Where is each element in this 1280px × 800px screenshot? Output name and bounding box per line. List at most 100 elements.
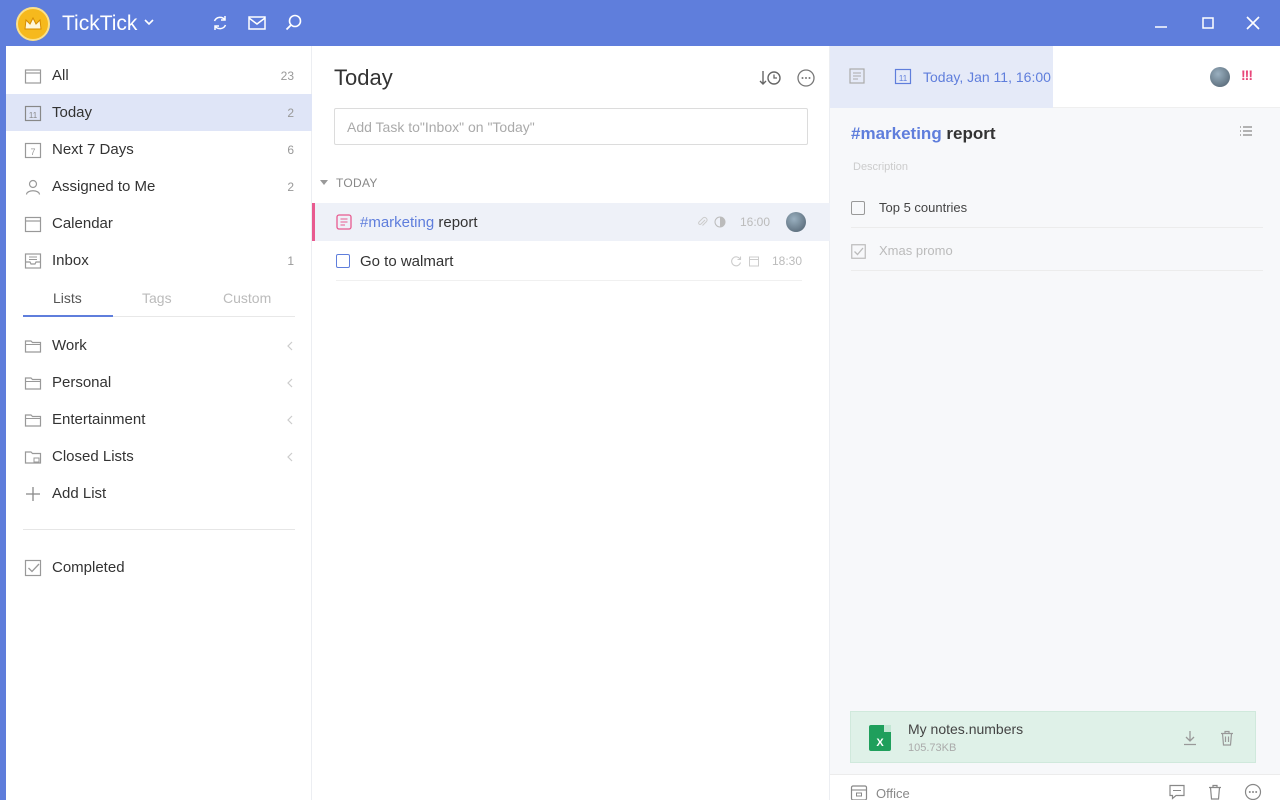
sidebar-item-count: 6 [287,142,294,157]
priority-flag[interactable]: !!! [1241,67,1253,83]
sidebar-item-label: Calendar [52,215,113,232]
detail-footer: Office [830,774,1280,800]
sidebar-item-label: Inbox [52,252,89,269]
sync-icon[interactable] [210,13,230,33]
sidebar: All 23 11 Today 2 7 Next 7 Days 6 Assign… [6,46,312,800]
calendar-icon [24,216,42,232]
completed-icon [24,559,42,576]
sidebar-item-label: Today [52,104,93,121]
task-title: Go to walmart [360,252,454,270]
sidebar-list-closed[interactable]: Closed Lists [6,438,312,475]
tab-custom[interactable]: Custom [223,290,271,306]
sort-by-time-icon[interactable] [759,68,783,88]
all-icon [24,68,42,84]
sidebar-item-next-7-days[interactable]: 7 Next 7 Days 6 [6,131,312,168]
chevron-left-icon[interactable] [286,452,294,462]
note-task-icon[interactable] [336,214,352,230]
chevron-left-icon[interactable] [286,415,294,425]
more-icon[interactable] [796,68,816,88]
task-list-name[interactable]: Office [876,786,910,800]
assignee-avatar[interactable] [786,212,806,232]
add-list-button[interactable]: Add List [6,475,312,512]
assignee-avatar[interactable] [1210,67,1230,87]
attachment-icon [698,217,708,226]
sidebar-item-inbox[interactable]: Inbox 1 [6,242,312,279]
task-tag[interactable]: #marketing [360,214,434,231]
minimize-icon[interactable] [1151,13,1171,33]
sidebar-item-label: All [52,67,69,84]
task-row[interactable]: #marketing report 16:00 [312,203,830,241]
svg-text:11: 11 [29,111,38,120]
app-window: All 23 11 Today 2 7 Next 7 Days 6 Assign… [6,46,1280,800]
sidebar-item-count: 23 [280,68,294,83]
subtask-text[interactable]: Xmas promo [879,243,953,258]
close-icon[interactable] [1243,13,1263,33]
subtask-item[interactable]: Xmas promo [851,231,1263,271]
folder-icon [24,339,42,353]
due-date[interactable]: Today, Jan 11, 16:00 [923,69,1051,85]
app-title[interactable]: TickTick [62,12,137,36]
today-icon: 11 [24,105,42,121]
task-detail-panel: 11 Today, Jan 11, 16:00 !!! #marketing r… [830,46,1280,800]
task-tag[interactable]: #marketing [851,124,942,143]
sidebar-list-entertainment[interactable]: Entertainment [6,401,312,438]
checked-checkbox-icon[interactable] [851,244,866,259]
tab-lists[interactable]: Lists [53,290,82,306]
description-field[interactable]: Description [853,161,908,173]
subtask-checkbox[interactable] [851,200,865,215]
triangle-down-icon [320,180,328,185]
trash-icon[interactable] [1218,729,1236,747]
task-row[interactable]: Go to walmart 18:30 [312,242,830,280]
sidebar-list-label: Entertainment [52,411,146,428]
inbox-icon [24,252,42,269]
note-mode-icon[interactable] [849,68,865,84]
task-title-text: report [941,124,996,143]
task-meta: 16:00 [696,212,806,232]
sidebar-list-work[interactable]: Work [6,327,312,364]
task-meta: 18:30 [730,254,802,268]
tab-tags[interactable]: Tags [142,290,172,306]
task-checkbox[interactable] [336,254,350,268]
sidebar-list-label: Closed Lists [52,448,134,465]
sidebar-item-count: 2 [287,179,294,194]
maximize-icon[interactable] [1198,13,1218,33]
task-title[interactable]: #marketing report [851,124,996,144]
reminder-icon [748,256,759,267]
next-7-days-icon: 7 [24,142,42,158]
attachment-card[interactable]: X My notes.numbers 105.73KB [850,711,1256,763]
detail-header: 11 Today, Jan 11, 16:00 !!! [830,46,1280,108]
subtask-text[interactable]: Top 5 countries [879,200,967,215]
sidebar-item-calendar[interactable]: Calendar [6,205,312,242]
download-icon[interactable] [1181,729,1199,747]
sidebar-item-label: Next 7 Days [52,141,134,158]
subtask-item[interactable]: Top 5 countries [851,188,1263,228]
checklist-mode-icon[interactable] [1238,125,1254,139]
sidebar-list-personal[interactable]: Personal [6,364,312,401]
sidebar-item-completed[interactable]: Completed [6,549,312,586]
svg-text:7: 7 [30,147,35,157]
section-header-label: TODAY [336,176,378,190]
page-title: Today [334,65,393,90]
sidebar-item-assigned[interactable]: Assigned to Me 2 [6,168,312,205]
search-icon[interactable] [284,13,304,33]
chevron-left-icon[interactable] [286,341,294,351]
sidebar-list-label: Work [52,337,87,354]
calendar-icon: 11 [894,68,912,85]
sidebar-item-today[interactable]: 11 Today 2 [6,94,312,131]
chevron-down-icon[interactable] [143,16,155,28]
file-type-letter: X [876,737,884,749]
chevron-left-icon[interactable] [286,378,294,388]
task-time: 18:30 [771,254,802,268]
trash-icon[interactable] [1206,783,1224,800]
sidebar-item-all[interactable]: All 23 [6,57,312,94]
progress-icon [714,216,726,228]
tab-underline [23,315,113,317]
mail-icon[interactable] [247,13,267,33]
more-icon[interactable] [1244,783,1262,800]
list-folder-icon[interactable] [850,784,868,800]
title-bar: TickTick [0,0,1280,46]
section-header-today[interactable]: TODAY [320,176,378,190]
comment-icon[interactable] [1168,783,1186,800]
add-task-input[interactable] [334,108,808,145]
crown-icon[interactable] [16,7,50,41]
